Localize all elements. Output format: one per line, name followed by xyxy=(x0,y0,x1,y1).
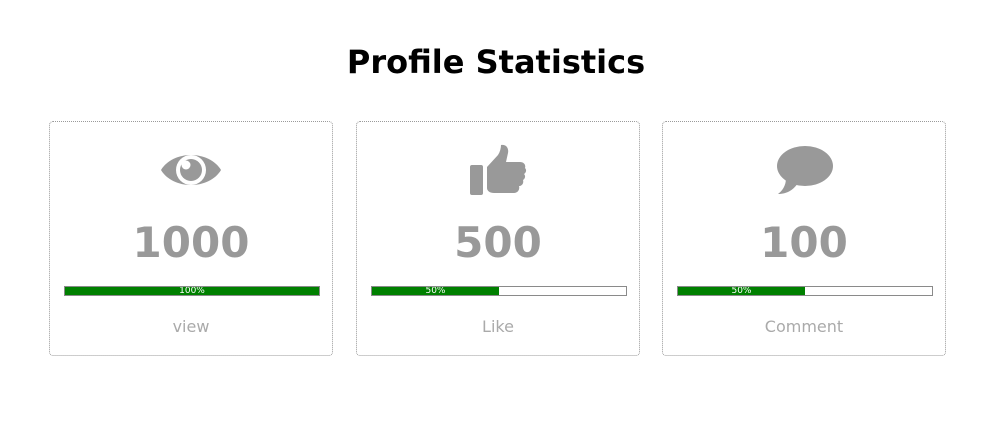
stat-card-view: 1000 100% view xyxy=(49,121,333,356)
stat-count: 500 xyxy=(454,218,542,267)
stat-card-comment: 100 50% Comment xyxy=(662,121,946,356)
progress-bar: 100% xyxy=(64,286,320,296)
thumbs-up-icon xyxy=(357,142,639,198)
progress-fill: 50% xyxy=(678,287,805,295)
eye-icon xyxy=(50,142,332,198)
progress-fill: 50% xyxy=(372,287,499,295)
stat-label: Like xyxy=(482,317,514,336)
progress-fill: 100% xyxy=(65,287,319,295)
comment-icon xyxy=(663,142,945,198)
stat-label: view xyxy=(172,317,210,336)
stat-card-like: 500 50% Like xyxy=(356,121,640,356)
progress-bar: 50% xyxy=(677,286,933,296)
page-title: Profile Statistics xyxy=(346,43,646,81)
progress-bar: 50% xyxy=(371,286,627,296)
stat-label: Comment xyxy=(764,317,844,336)
stat-count: 1000 xyxy=(132,218,250,267)
stat-count: 100 xyxy=(760,218,848,267)
